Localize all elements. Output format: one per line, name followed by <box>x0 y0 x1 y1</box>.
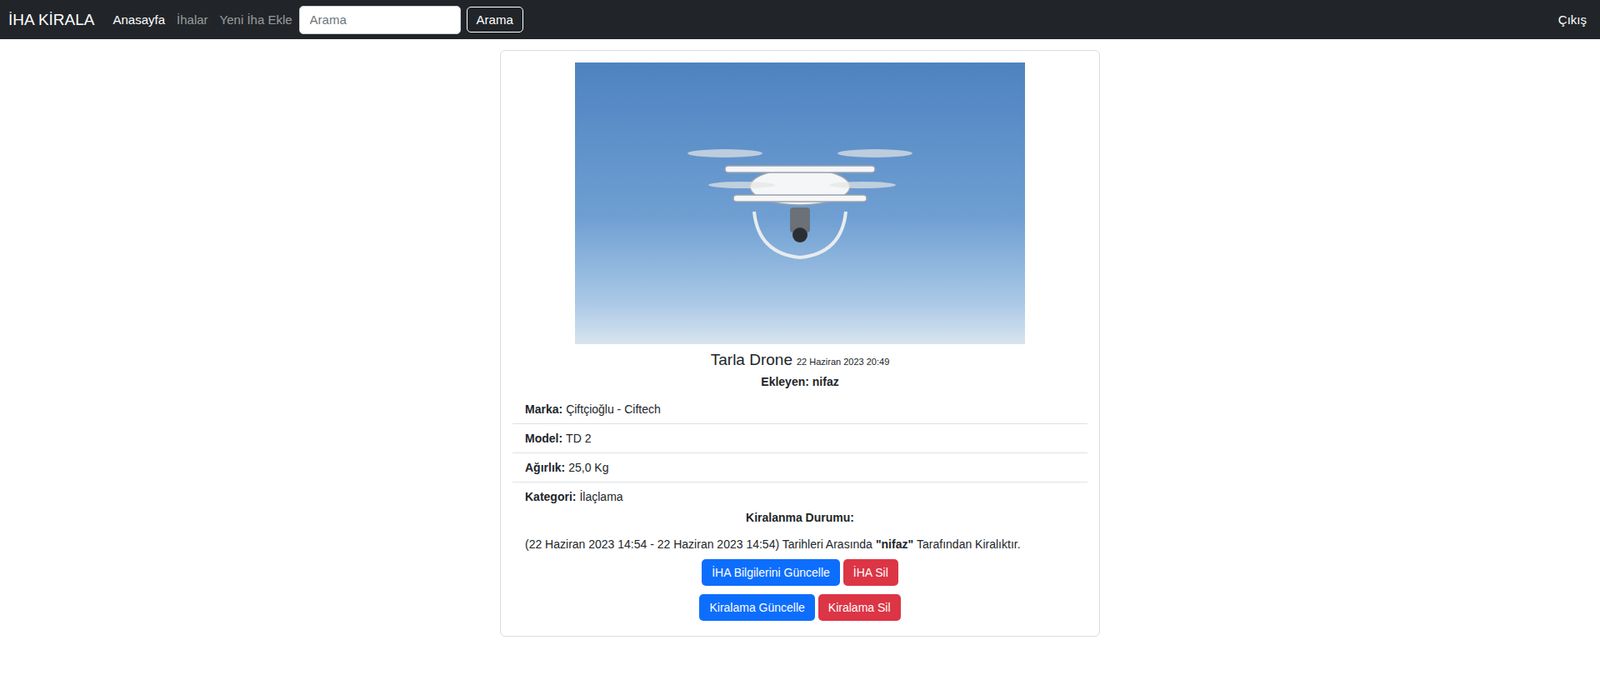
detail-value: TD 2 <box>565 431 591 445</box>
detail-label: Model: <box>525 431 563 445</box>
detail-row: Marka:Çiftçioğlu - Ciftech <box>512 395 1088 425</box>
detail-label: Kategori: <box>525 490 576 504</box>
nav-link[interactable]: Yeni İha Ekle <box>220 12 293 27</box>
navbar: İHA KİRALA Anasayfa İhalar Yeni İha Ekle Ara… <box>0 0 1600 40</box>
delete-button[interactable]: Kiralama Sil <box>818 594 901 621</box>
button-row: Kiralama GüncelleKiralama Sil <box>699 594 900 621</box>
drone-photo <box>575 62 1025 345</box>
nav-link[interactable]: Anasayfa <box>113 12 166 27</box>
detail-row: Model:TD 2 <box>512 424 1088 454</box>
detail-value: 25,0 Kg <box>568 460 609 475</box>
brand-logo[interactable]: İHA KİRALA <box>8 10 95 30</box>
detail-row: Kategori:İlaçlama <box>512 482 1088 511</box>
rental-suffix: Tarafından Kiralıktır. <box>916 537 1021 551</box>
search-button[interactable]: Arama <box>466 6 524 33</box>
detail-label: Marka: <box>525 402 563 416</box>
rental-user: "nifaz" <box>875 537 914 551</box>
added-by: Ekleyen: nifaz <box>760 375 839 389</box>
main: Tarla Drone22 Haziran 2023 20:49 Ekleyen:… <box>0 39 1600 637</box>
search-input[interactable] <box>299 5 461 35</box>
details-list: Marka:Çiftçioğlu - CiftechModel:TD 2Ağır… <box>512 395 1088 511</box>
update-button[interactable]: İHA Bilgilerini Güncelle <box>701 559 840 586</box>
detail-value: Çiftçioğlu - Ciftech <box>565 402 661 416</box>
title-row: Tarla Drone22 Haziran 2023 20:49 <box>710 350 890 370</box>
detail-row: Ağırlık:25,0 Kg <box>512 453 1088 483</box>
drone-card: Tarla Drone22 Haziran 2023 20:49 Ekleyen:… <box>500 50 1100 637</box>
logout-link[interactable]: Çıkış <box>1558 12 1587 27</box>
drone-title: Tarla Drone <box>710 350 793 370</box>
rental-dates: (22 Haziran 2023 14:54 - 22 Haziran 2023… <box>525 537 873 551</box>
drone-date: 22 Haziran 2023 20:49 <box>796 356 890 367</box>
delete-button[interactable]: İHA Sil <box>843 559 899 586</box>
button-row: İHA Bilgilerini GüncelleİHA Sil <box>701 559 899 586</box>
update-button[interactable]: Kiralama Güncelle <box>699 594 815 621</box>
search-form: Arama <box>299 5 524 35</box>
nav-link[interactable]: İhalar <box>176 12 209 27</box>
nav-links: Anasayfa İhalar Yeni İha Ekle <box>113 12 293 27</box>
rental-text: (22 Haziran 2023 14:54 - 22 Haziran 2023… <box>512 537 1088 551</box>
rental-heading: Kiralanma Durumu: <box>745 510 855 525</box>
detail-label: Ağırlık: <box>525 460 565 475</box>
detail-value: İlaçlama <box>579 490 623 504</box>
